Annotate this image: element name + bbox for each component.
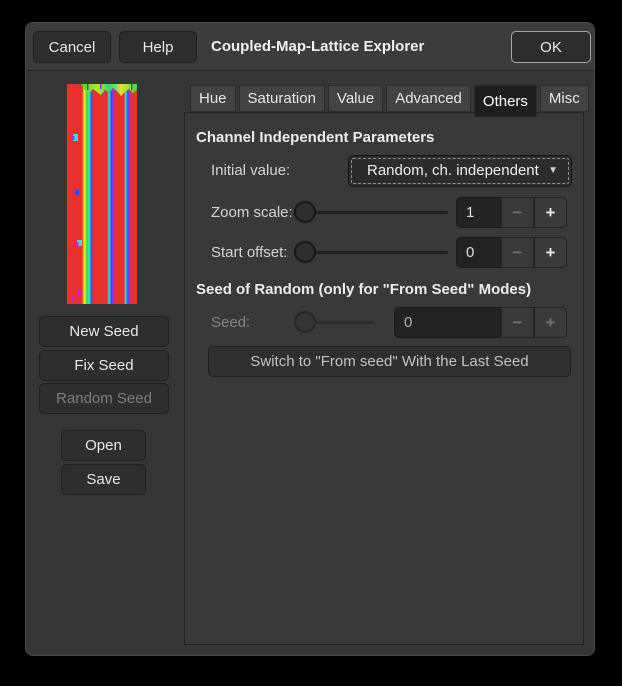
cancel-button[interactable]: Cancel — [33, 31, 111, 63]
zoom-scale-decrement-button[interactable]: − — [501, 197, 534, 228]
new-seed-button[interactable]: New Seed — [39, 316, 169, 347]
tab-advanced[interactable]: Advanced — [386, 85, 471, 112]
section-title-channel-independent: Channel Independent Parameters — [196, 129, 434, 146]
switch-to-from-seed-button[interactable]: Switch to "From seed" With the Last Seed — [208, 346, 571, 377]
tab-bar: Hue Saturation Value Advanced Others Mis… — [184, 85, 584, 113]
seed-label: Seed: — [211, 307, 250, 338]
seed-decrement-button: − — [501, 307, 534, 338]
seed-entry: 0 — [394, 307, 502, 338]
slider-track — [304, 251, 448, 254]
start-offset-decrement-button[interactable]: − — [501, 237, 534, 268]
initial-value-selected: Random, ch. independent — [367, 162, 539, 179]
tab-saturation[interactable]: Saturation — [239, 85, 325, 112]
section-title-seed-of-random: Seed of Random (only for "From Seed" Mod… — [196, 281, 531, 298]
zoom-scale-slider[interactable] — [294, 197, 450, 228]
settings-notebook: Hue Saturation Value Advanced Others Mis… — [184, 85, 584, 645]
fix-seed-button[interactable]: Fix Seed — [39, 350, 169, 381]
start-offset-entry[interactable]: 0 — [456, 237, 502, 268]
zoom-scale-label: Zoom scale: — [211, 197, 293, 228]
start-offset-increment-button[interactable]: + — [534, 237, 567, 268]
dialog-title: Coupled-Map-Lattice Explorer — [211, 23, 424, 71]
tab-others[interactable]: Others — [474, 85, 537, 117]
start-offset-label: Start offset: — [211, 237, 287, 268]
save-button[interactable]: Save — [61, 464, 146, 495]
seed-increment-button: + — [534, 307, 567, 338]
others-panel: Channel Independent Parameters Initial v… — [184, 112, 584, 645]
ok-button[interactable]: OK — [511, 31, 591, 63]
slider-knob[interactable] — [294, 241, 316, 263]
initial-value-label: Initial value: — [211, 155, 290, 186]
screen: Cancel Help Coupled-Map-Lattice Explorer… — [0, 0, 622, 686]
preview-image — [67, 84, 137, 304]
random-seed-button[interactable]: Random Seed — [39, 383, 169, 414]
slider-track — [304, 211, 448, 214]
open-button[interactable]: Open — [61, 430, 146, 461]
cml-pattern-preview — [67, 84, 137, 304]
tab-hue[interactable]: Hue — [190, 85, 236, 112]
tab-value[interactable]: Value — [328, 85, 383, 112]
initial-value-dropdown[interactable]: Random, ch. independent ▼ — [348, 155, 572, 187]
tab-misc[interactable]: Misc — [540, 85, 589, 112]
zoom-scale-entry[interactable]: 1 — [456, 197, 502, 228]
start-offset-slider[interactable] — [294, 237, 450, 268]
seed-slider — [294, 307, 377, 338]
slider-knob — [294, 311, 316, 333]
chevron-down-icon: ▼ — [548, 156, 558, 186]
help-button[interactable]: Help — [119, 31, 197, 63]
zoom-scale-increment-button[interactable]: + — [534, 197, 567, 228]
cml-explorer-dialog: Cancel Help Coupled-Map-Lattice Explorer… — [25, 22, 595, 656]
slider-knob[interactable] — [294, 201, 316, 223]
titlebar[interactable]: Cancel Help Coupled-Map-Lattice Explorer… — [26, 23, 594, 71]
